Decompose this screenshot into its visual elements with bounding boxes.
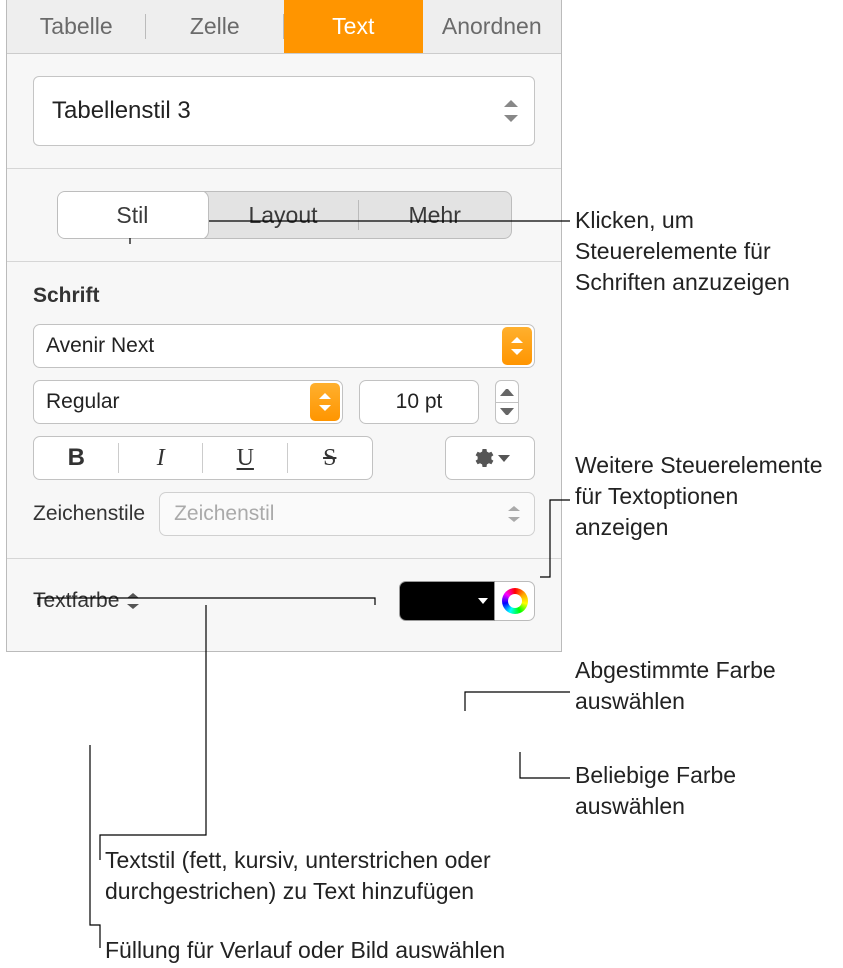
- callout-leader-lines: [0, 0, 843, 968]
- subtab-stil[interactable]: Stil: [57, 191, 209, 239]
